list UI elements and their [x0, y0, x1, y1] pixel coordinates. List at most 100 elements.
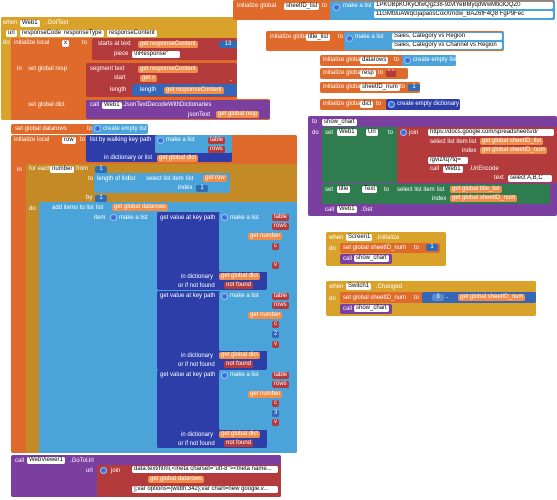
gear-icon[interactable]: [333, 4, 340, 11]
title-list-name[interactable]: title_list: [306, 34, 331, 41]
get-global-dict-3[interactable]: get global dict: [219, 352, 261, 359]
gear-icon[interactable]: [388, 101, 395, 108]
gear-icon[interactable]: [221, 372, 228, 379]
html-head-text[interactable]: data:text/html,<meta charset="utf-8"><me…: [132, 466, 278, 473]
base-url-text[interactable]: https://docs.google.com/spreadsheets/d/: [428, 129, 554, 136]
not-found-1[interactable]: not found: [224, 282, 254, 289]
param-responsecode[interactable]: responseCode: [20, 30, 64, 37]
key-v-1[interactable]: v: [272, 262, 279, 269]
sheetid-list-name[interactable]: sheetID_list: [284, 3, 320, 10]
title-dropdown[interactable]: title: [337, 186, 351, 193]
key-table-2[interactable]: table: [272, 293, 290, 300]
key-c-3[interactable]: c: [272, 400, 279, 407]
index-one[interactable]: 1: [196, 185, 208, 192]
web1-component-dropdown[interactable]: Web1: [20, 20, 40, 27]
from-one[interactable]: 1: [95, 166, 107, 173]
gear-icon[interactable]: [110, 214, 117, 221]
three-number[interactable]: 3: [432, 294, 444, 301]
key-num-3[interactable]: 3: [272, 410, 280, 417]
number-var[interactable]: number: [50, 166, 75, 173]
select-abc-text[interactable]: select A,B,C: [508, 175, 552, 182]
piece-text[interactable]: \nResponse": [132, 51, 180, 58]
key-rows[interactable]: rows: [208, 146, 225, 153]
param-responsecontent[interactable]: responseContent: [107, 30, 157, 37]
key-rows-3[interactable]: rows: [272, 381, 289, 388]
local-row-name[interactable]: row: [62, 137, 76, 144]
local-x-name[interactable]: x: [62, 40, 69, 47]
get-sheet-num[interactable]: get global sheetID_num: [480, 147, 548, 154]
make-list-keypath-2[interactable]: [219, 291, 297, 351]
gear-icon[interactable]: [100, 467, 107, 474]
get-sheet-num-3[interactable]: get global sheetID_num: [458, 294, 526, 301]
gear-icon[interactable]: [404, 57, 411, 64]
gear-icon[interactable]: [221, 293, 228, 300]
get-number-2[interactable]: get number: [248, 312, 283, 319]
get-value-label-1: get value at key path: [160, 215, 216, 221]
key-table-1[interactable]: table: [272, 214, 290, 221]
title-1[interactable]: Sales, Category vs Region: [392, 33, 502, 40]
resp-name[interactable]: resp: [360, 70, 376, 77]
text-property[interactable]: Text: [362, 186, 378, 193]
key-c-2[interactable]: c: [272, 321, 279, 328]
param-url[interactable]: url: [6, 30, 17, 37]
key-c-1[interactable]: c: [272, 243, 279, 250]
gear-icon[interactable]: [157, 137, 164, 144]
param-responsetype[interactable]: responseType: [62, 30, 104, 37]
get-x[interactable]: get x: [140, 75, 158, 82]
by-one[interactable]: 1: [95, 195, 107, 202]
sheet-id-1[interactable]: 1PKUBpKUKyOtwQgz38-9zvtYeBMyqdWwMtk3OQZ0: [374, 2, 553, 9]
get-global-dict-1[interactable]: get global dict: [157, 155, 199, 162]
key-table-3[interactable]: table: [272, 372, 290, 379]
key-num-2[interactable]: 2: [272, 331, 280, 338]
not-found-3[interactable]: not found: [224, 440, 254, 447]
title-2[interactable]: Sales, Category vs Channel vs Region: [392, 42, 502, 49]
get-global-datarows-2[interactable]: get global datarows: [148, 476, 205, 483]
get-global-dict-4[interactable]: get global dict: [219, 431, 261, 438]
get-global-dict-2[interactable]: get global dict: [219, 273, 261, 280]
gear-icon[interactable]: [221, 214, 228, 221]
one-number[interactable]: 1: [408, 84, 420, 91]
key-rows-1[interactable]: rows: [272, 223, 289, 230]
web1-dropdown[interactable]: Web1: [102, 102, 122, 109]
show-chart-call-1[interactable]: show_chart: [354, 255, 389, 262]
key-rows-2[interactable]: rows: [272, 302, 289, 309]
web1-dropdown-4[interactable]: Web1: [337, 206, 357, 213]
get-responsecontent-3[interactable]: get responseContent: [164, 87, 224, 94]
get-global-resp[interactable]: get global resp: [216, 111, 260, 118]
key-v-3[interactable]: v: [272, 419, 279, 426]
show-chart-call-2[interactable]: show_chart: [354, 305, 389, 312]
set-one[interactable]: 1: [426, 244, 438, 251]
key-table[interactable]: table: [208, 137, 226, 144]
webviewer1-dropdown[interactable]: WebViewer1: [27, 457, 65, 464]
options-text[interactable]: ];var options={width:342};var chart=new …: [132, 486, 278, 493]
gviz-text[interactable]: /gviz/tq?tq=: [428, 157, 468, 164]
get-sheet-list[interactable]: get global sheetID_list: [480, 138, 544, 145]
sheet-id-2[interactable]: 11GMt9uAWqGjapaosCoxXrndw_BAZ6fF4Q8 FgP9…: [374, 11, 553, 18]
empty-text[interactable]: " ": [386, 70, 396, 77]
dict-name[interactable]: dict: [360, 101, 374, 108]
get-sheet-num-2[interactable]: get global sheetID_num: [450, 195, 518, 202]
get-responsecontent[interactable]: get responseContent: [138, 41, 198, 48]
not-found-2[interactable]: not found: [224, 361, 254, 368]
get-number-3[interactable]: get number: [248, 391, 283, 398]
gear-icon[interactable]: [346, 35, 353, 42]
get-row[interactable]: get row: [203, 175, 227, 182]
screen1-dropdown[interactable]: Screen1: [346, 234, 373, 241]
url-property[interactable]: Url: [366, 129, 378, 136]
datarows-name[interactable]: datarows: [360, 57, 389, 64]
get-number-1[interactable]: get number: [248, 233, 283, 240]
key-v-2[interactable]: v: [272, 341, 279, 348]
web1-dropdown-2[interactable]: Web1: [337, 129, 357, 136]
gear-icon[interactable]: [94, 125, 101, 132]
get-title-list[interactable]: get global title_list: [450, 186, 502, 193]
switch1-dropdown[interactable]: Switch1: [346, 283, 372, 290]
web1-dropdown-3[interactable]: Web1: [443, 166, 463, 173]
show-chart-name[interactable]: show_chart: [322, 119, 357, 126]
get-responsecontent-2[interactable]: get responseContent: [138, 66, 198, 73]
init-global-label-5: initialize global: [323, 84, 363, 90]
gear-icon[interactable]: [400, 129, 407, 136]
get-global-datarows[interactable]: get global datarows: [112, 204, 169, 211]
plus-13-number[interactable]: 13: [219, 41, 237, 48]
make-list-keypath-3[interactable]: [219, 370, 297, 430]
sheetid-num-name[interactable]: sheetID_num: [360, 84, 400, 91]
